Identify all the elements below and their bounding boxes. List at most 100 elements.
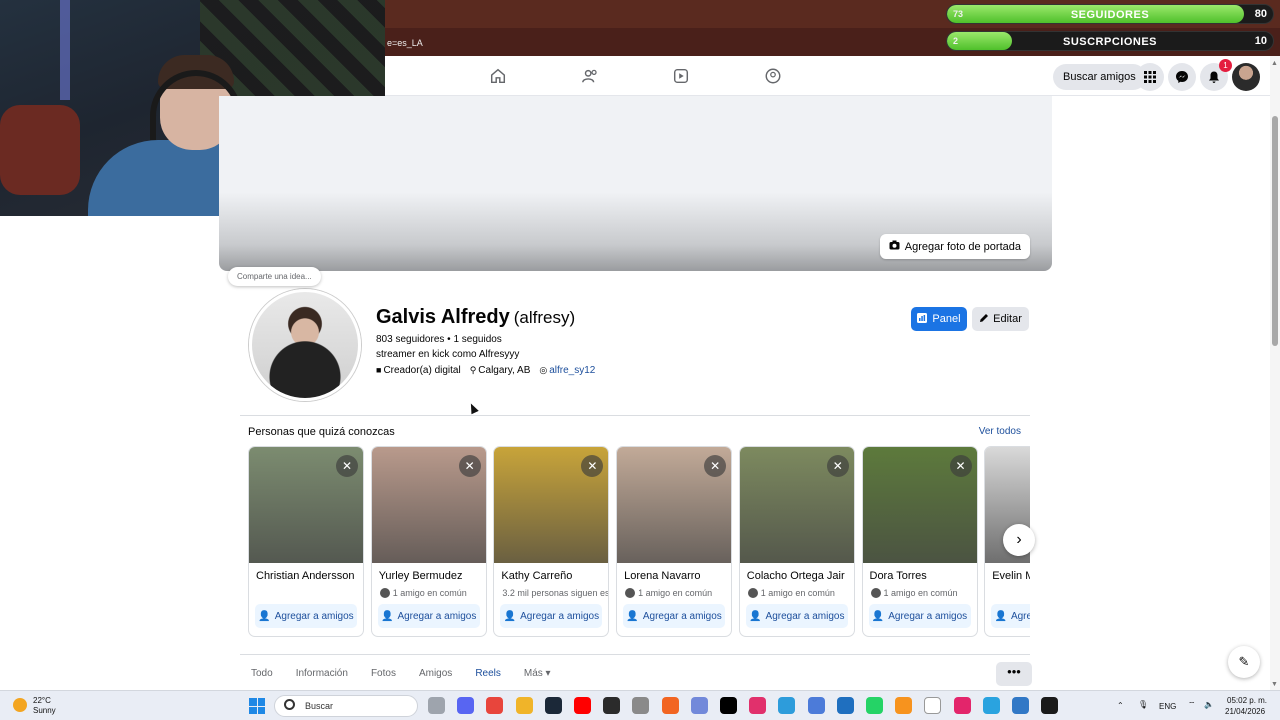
weather-temperature[interactable]: 22°C xyxy=(33,696,51,705)
new-message-icon[interactable]: ✎ xyxy=(1228,646,1260,678)
profile-tab[interactable]: Amigos xyxy=(419,668,452,679)
app-square-icon[interactable] xyxy=(1012,697,1029,714)
pymk-name[interactable]: Kathy Carreño xyxy=(494,563,608,582)
pymk-photo[interactable]: ✕ xyxy=(739,447,854,563)
app-window-icon[interactable] xyxy=(836,697,854,714)
home-icon[interactable] xyxy=(488,66,508,86)
see-all-link[interactable]: Ver todos xyxy=(979,426,1021,437)
pymk-name[interactable]: Dora Torres xyxy=(863,563,977,582)
add-friend-button[interactable]: 👤 Agregar a amigos xyxy=(623,604,726,628)
whatsapp-icon[interactable] xyxy=(866,697,883,714)
scrollbar-thumb[interactable] xyxy=(1272,116,1278,346)
close-icon[interactable]: ✕ xyxy=(458,455,481,477)
messenger-icon[interactable] xyxy=(1168,63,1196,91)
pymk-name[interactable]: Lorena Navarro xyxy=(617,563,731,582)
close-icon[interactable]: ✕ xyxy=(949,455,972,477)
close-icon[interactable]: ✕ xyxy=(581,455,604,477)
clock-date[interactable]: 21/04/2026 xyxy=(1225,707,1265,716)
profile-tab[interactable]: Más ▾ xyxy=(524,668,551,679)
app-red-icon[interactable] xyxy=(574,697,591,714)
menu-grid-icon[interactable] xyxy=(1136,63,1164,91)
app-blue-icon[interactable] xyxy=(778,697,796,714)
instagram-app-icon[interactable] xyxy=(749,697,767,714)
pymk-card[interactable]: ✕ Dora Torres 1 amigo en común 👤 Agregar… xyxy=(861,446,978,637)
sun-icon[interactable] xyxy=(13,698,27,712)
windows-start-icon[interactable] xyxy=(249,698,265,714)
telegram-icon[interactable] xyxy=(982,697,1000,714)
app-gray-icon[interactable] xyxy=(632,697,650,714)
add-cover-photo-button[interactable]: Agregar foto de portada xyxy=(879,234,1030,259)
app-store-icon[interactable] xyxy=(807,697,825,714)
app-amber-icon[interactable] xyxy=(895,697,913,714)
groups-icon[interactable] xyxy=(763,66,783,86)
pymk-photo[interactable]: ✕ xyxy=(617,447,732,563)
pymk-card[interactable]: ✕ Lorena Navarro 1 amigo en común 👤 Agre… xyxy=(616,446,733,637)
tray-chevron-icon[interactable]: ⌃ xyxy=(1117,701,1124,710)
file-explorer-icon[interactable] xyxy=(515,697,533,714)
followers-count[interactable]: 803 seguidores • 1 seguidos xyxy=(376,334,502,345)
add-friend-button[interactable]: 👤 Agregar a amigos xyxy=(745,604,848,628)
pymk-name[interactable]: Yurley Bermudez xyxy=(372,563,486,582)
find-friends-button[interactable]: Buscar amigos xyxy=(1053,64,1146,90)
video-icon[interactable] xyxy=(671,66,691,86)
pymk-name[interactable]: Evelin M xyxy=(985,563,1030,582)
notifications-icon[interactable]: 1 xyxy=(1200,59,1232,91)
profile-display-name: Galvis Alfredy xyxy=(376,306,510,328)
close-icon[interactable]: ✕ xyxy=(826,455,849,477)
pymk-card[interactable]: ✕ Yurley Bermudez 1 amigo en común 👤 Agr… xyxy=(370,446,487,637)
task-view-icon[interactable] xyxy=(428,697,445,714)
edit-profile-button[interactable]: Editar xyxy=(972,307,1029,331)
close-icon[interactable]: ✕ xyxy=(704,455,727,477)
pymk-card[interactable]: ✕ Christian Andersson 👤 Agregar a amigos xyxy=(248,446,364,637)
app-orange-icon[interactable] xyxy=(661,697,679,714)
wifi-icon[interactable]: ⌔ xyxy=(1188,700,1196,710)
profile-tab[interactable]: Reels xyxy=(475,668,501,679)
pymk-name[interactable]: Christian Andersson xyxy=(249,563,363,582)
profile-tab[interactable]: Fotos xyxy=(371,668,396,679)
taskbar-search-box[interactable]: Buscar xyxy=(274,695,418,717)
carousel-next-icon[interactable]: › xyxy=(1003,524,1035,556)
pymk-card[interactable]: ✕ Kathy Carreño 3.2 mil personas siguen … xyxy=(493,446,610,637)
app-purple-icon[interactable] xyxy=(690,697,708,714)
share-idea-bubble[interactable]: Comparte una idea... xyxy=(228,267,321,286)
chrome-icon[interactable] xyxy=(486,697,504,714)
clock-time[interactable]: 05:02 p. m. xyxy=(1227,696,1267,705)
steam-icon[interactable] xyxy=(544,697,562,714)
pymk-photo[interactable]: ✕ xyxy=(371,447,486,563)
add-friend-button[interactable]: 👤 Agregar a amigos xyxy=(991,604,1030,628)
app-black-icon[interactable] xyxy=(1041,697,1059,714)
add-friend-button[interactable]: 👤 Agregar a amigos xyxy=(868,604,971,628)
app-pink-icon[interactable] xyxy=(953,697,971,714)
location-pin-icon: ⚲ xyxy=(469,365,477,375)
add-friend-button[interactable]: 👤 Agregar a amigos xyxy=(377,604,480,628)
weather-condition[interactable]: Sunny xyxy=(33,706,56,715)
volume-icon[interactable]: 🔈 xyxy=(1204,700,1214,709)
close-icon[interactable]: ✕ xyxy=(336,455,358,477)
profile-tab[interactable]: Todo xyxy=(251,668,273,679)
language-indicator[interactable]: ENG xyxy=(1159,702,1176,711)
add-friend-button[interactable]: 👤 Agregar a amigos xyxy=(255,604,357,628)
scroll-up-arrow-icon[interactable]: ▲ xyxy=(1271,60,1278,67)
instagram-link[interactable]: alfre_sy12 xyxy=(549,365,595,376)
profile-tab[interactable]: Información xyxy=(296,668,348,679)
profile-picture[interactable] xyxy=(249,289,361,401)
account-avatar[interactable] xyxy=(1232,63,1260,91)
notepad-icon[interactable] xyxy=(924,697,942,714)
friends-icon[interactable] xyxy=(580,66,600,86)
more-options-button[interactable]: ••• xyxy=(996,662,1032,686)
panel-button[interactable]: Panel xyxy=(911,307,967,331)
tiktok-icon[interactable] xyxy=(720,697,737,714)
pymk-card[interactable]: ✕ Colacho Ortega Jair 1 amigo en común 👤… xyxy=(738,446,855,637)
pymk-name[interactable]: Colacho Ortega Jair xyxy=(740,563,854,582)
instagram-item[interactable]: ◎ alfre_sy12 xyxy=(539,365,595,376)
pymk-photo[interactable]: ✕ xyxy=(862,447,977,563)
scroll-down-arrow-icon[interactable]: ▼ xyxy=(1271,681,1278,688)
microphone-icon[interactable]: 🎙 xyxy=(1138,700,1148,709)
discord-icon[interactable] xyxy=(457,697,475,714)
app-dark-icon[interactable] xyxy=(603,697,621,714)
add-cover-photo-label: Agregar foto de portada xyxy=(904,240,1021,253)
pymk-photo[interactable]: ✕ xyxy=(249,447,363,563)
page-scrollbar[interactable]: ▲ ▼ xyxy=(1270,56,1280,690)
pymk-photo[interactable]: ✕ xyxy=(494,447,609,563)
add-friend-button[interactable]: 👤 Agregar a amigos xyxy=(500,604,603,628)
